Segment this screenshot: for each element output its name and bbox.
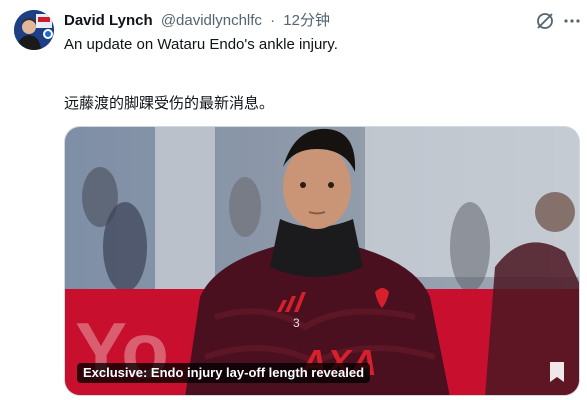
author-name[interactable]: David Lynch (64, 12, 153, 29)
separator-dot: · (270, 12, 276, 29)
author-avatar[interactable] (14, 10, 54, 50)
avatar-image (14, 10, 54, 50)
author-handle[interactable]: @davidlynchlfc (161, 12, 262, 29)
media-card[interactable]: Yo 3 AXA Exclusive: Endo injury lay-of (64, 126, 580, 396)
player-photo: Yo 3 AXA (65, 127, 579, 395)
post-text-english: An update on Wataru Endo's ankle injury. (64, 36, 338, 53)
shirt-number: 3 (293, 316, 300, 330)
tweet-header: David Lynch @davidlynchlfc · 12分钟 (64, 11, 330, 31)
post-text-chinese: 远藤渡的脚踝受伤的最新消息。 (64, 94, 275, 112)
card-caption: Exclusive: Endo injury lay-off length re… (77, 363, 371, 383)
tweet: David Lynch @davidlynchlfc · 12分钟 An upd… (0, 0, 587, 400)
bookmark-icon[interactable] (547, 360, 567, 384)
post-timestamp[interactable]: 12分钟 (283, 12, 330, 29)
grok-icon[interactable] (534, 10, 556, 32)
more-options-icon[interactable] (562, 10, 582, 32)
